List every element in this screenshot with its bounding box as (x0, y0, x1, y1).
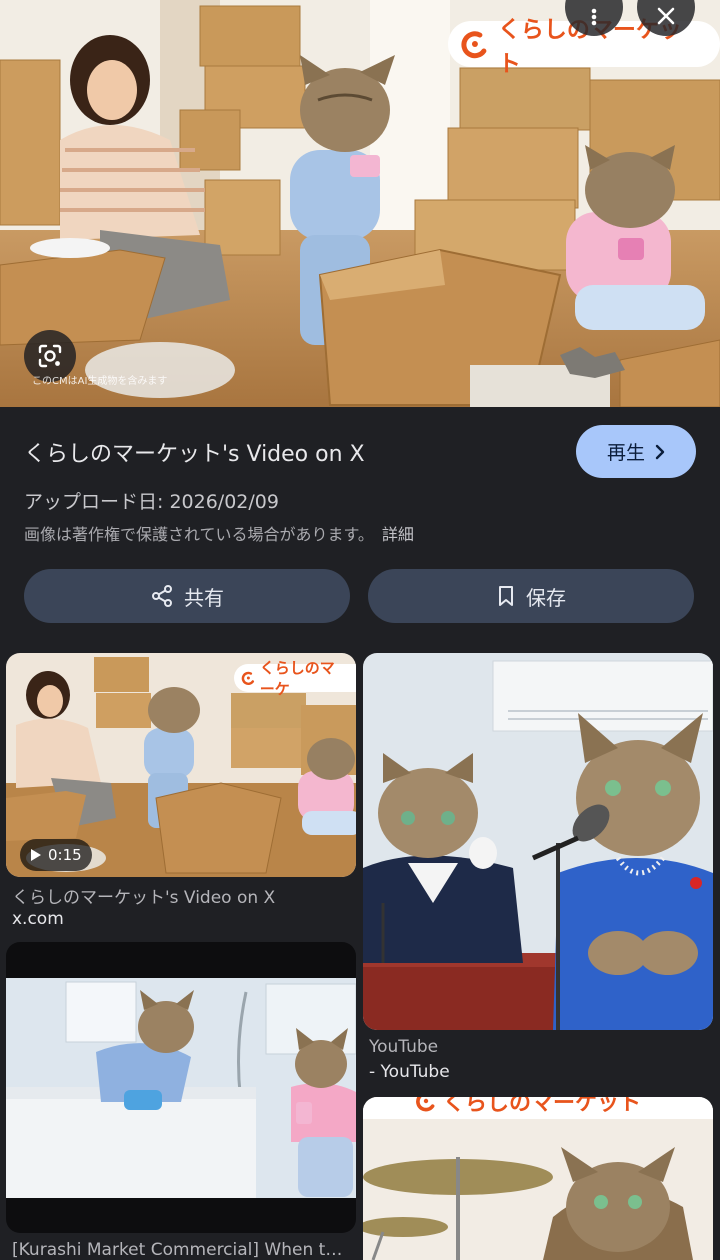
play-button-label: 再生 (606, 442, 645, 464)
brand-text: くらしのマーケ (259, 659, 335, 698)
result-1-title[interactable]: くらしのマーケット's Video on X (12, 883, 352, 908)
play-icon (31, 849, 41, 861)
result-thumbnail-4[interactable]: くらしのマーケット (363, 1097, 713, 1260)
lens-icon (38, 344, 62, 368)
result-2-title[interactable]: YouTube (369, 1037, 709, 1057)
video-duration-badge: 0:15 (20, 839, 92, 871)
share-icon (152, 585, 172, 607)
more-vert-icon (591, 8, 597, 26)
copyright-notice: 画像は著作権で保護されている場合があります。 詳細 (24, 521, 414, 545)
details-link[interactable]: 詳細 (382, 525, 414, 544)
upload-date: アップロード日: 2026/02/09 (24, 491, 279, 513)
share-label: 共有 (184, 585, 224, 610)
result-title[interactable]: くらしのマーケット's Video on X (24, 436, 544, 468)
ai-disclaimer-text: このCMはAI生成物を含みます (32, 376, 168, 387)
result-1-site[interactable]: x.com (12, 909, 64, 929)
brand-mark-icon (241, 671, 255, 686)
save-button[interactable]: 保存 (368, 569, 694, 623)
share-button[interactable]: 共有 (24, 569, 350, 623)
brand-mark-icon (461, 31, 487, 59)
brand-logo: くらしのマーケ (234, 659, 356, 698)
hero-image[interactable]: くらしのマーケット このCMはAI生成物を含みます (0, 0, 720, 407)
save-label: 保存 (526, 585, 566, 610)
bookmark-icon (499, 586, 513, 606)
play-button[interactable]: 再生 (576, 425, 696, 478)
result-thumbnail-2[interactable] (363, 653, 713, 1030)
close-icon (657, 7, 675, 25)
duration-text: 0:15 (48, 846, 82, 864)
brand-text: くらしのマーケット (443, 1097, 642, 1116)
result-2-site[interactable]: - YouTube (369, 1062, 450, 1082)
brand-mark-icon (416, 1097, 435, 1112)
result-3-title[interactable]: [Kurashi Market Commercial] When the... (12, 1240, 352, 1260)
result-thumbnail-3[interactable] (6, 942, 356, 1233)
copyright-text: 画像は著作権で保護されている場合があります。 (24, 525, 374, 544)
brand-logo: くらしのマーケット (403, 1097, 651, 1119)
chevron-right-icon (655, 444, 665, 459)
